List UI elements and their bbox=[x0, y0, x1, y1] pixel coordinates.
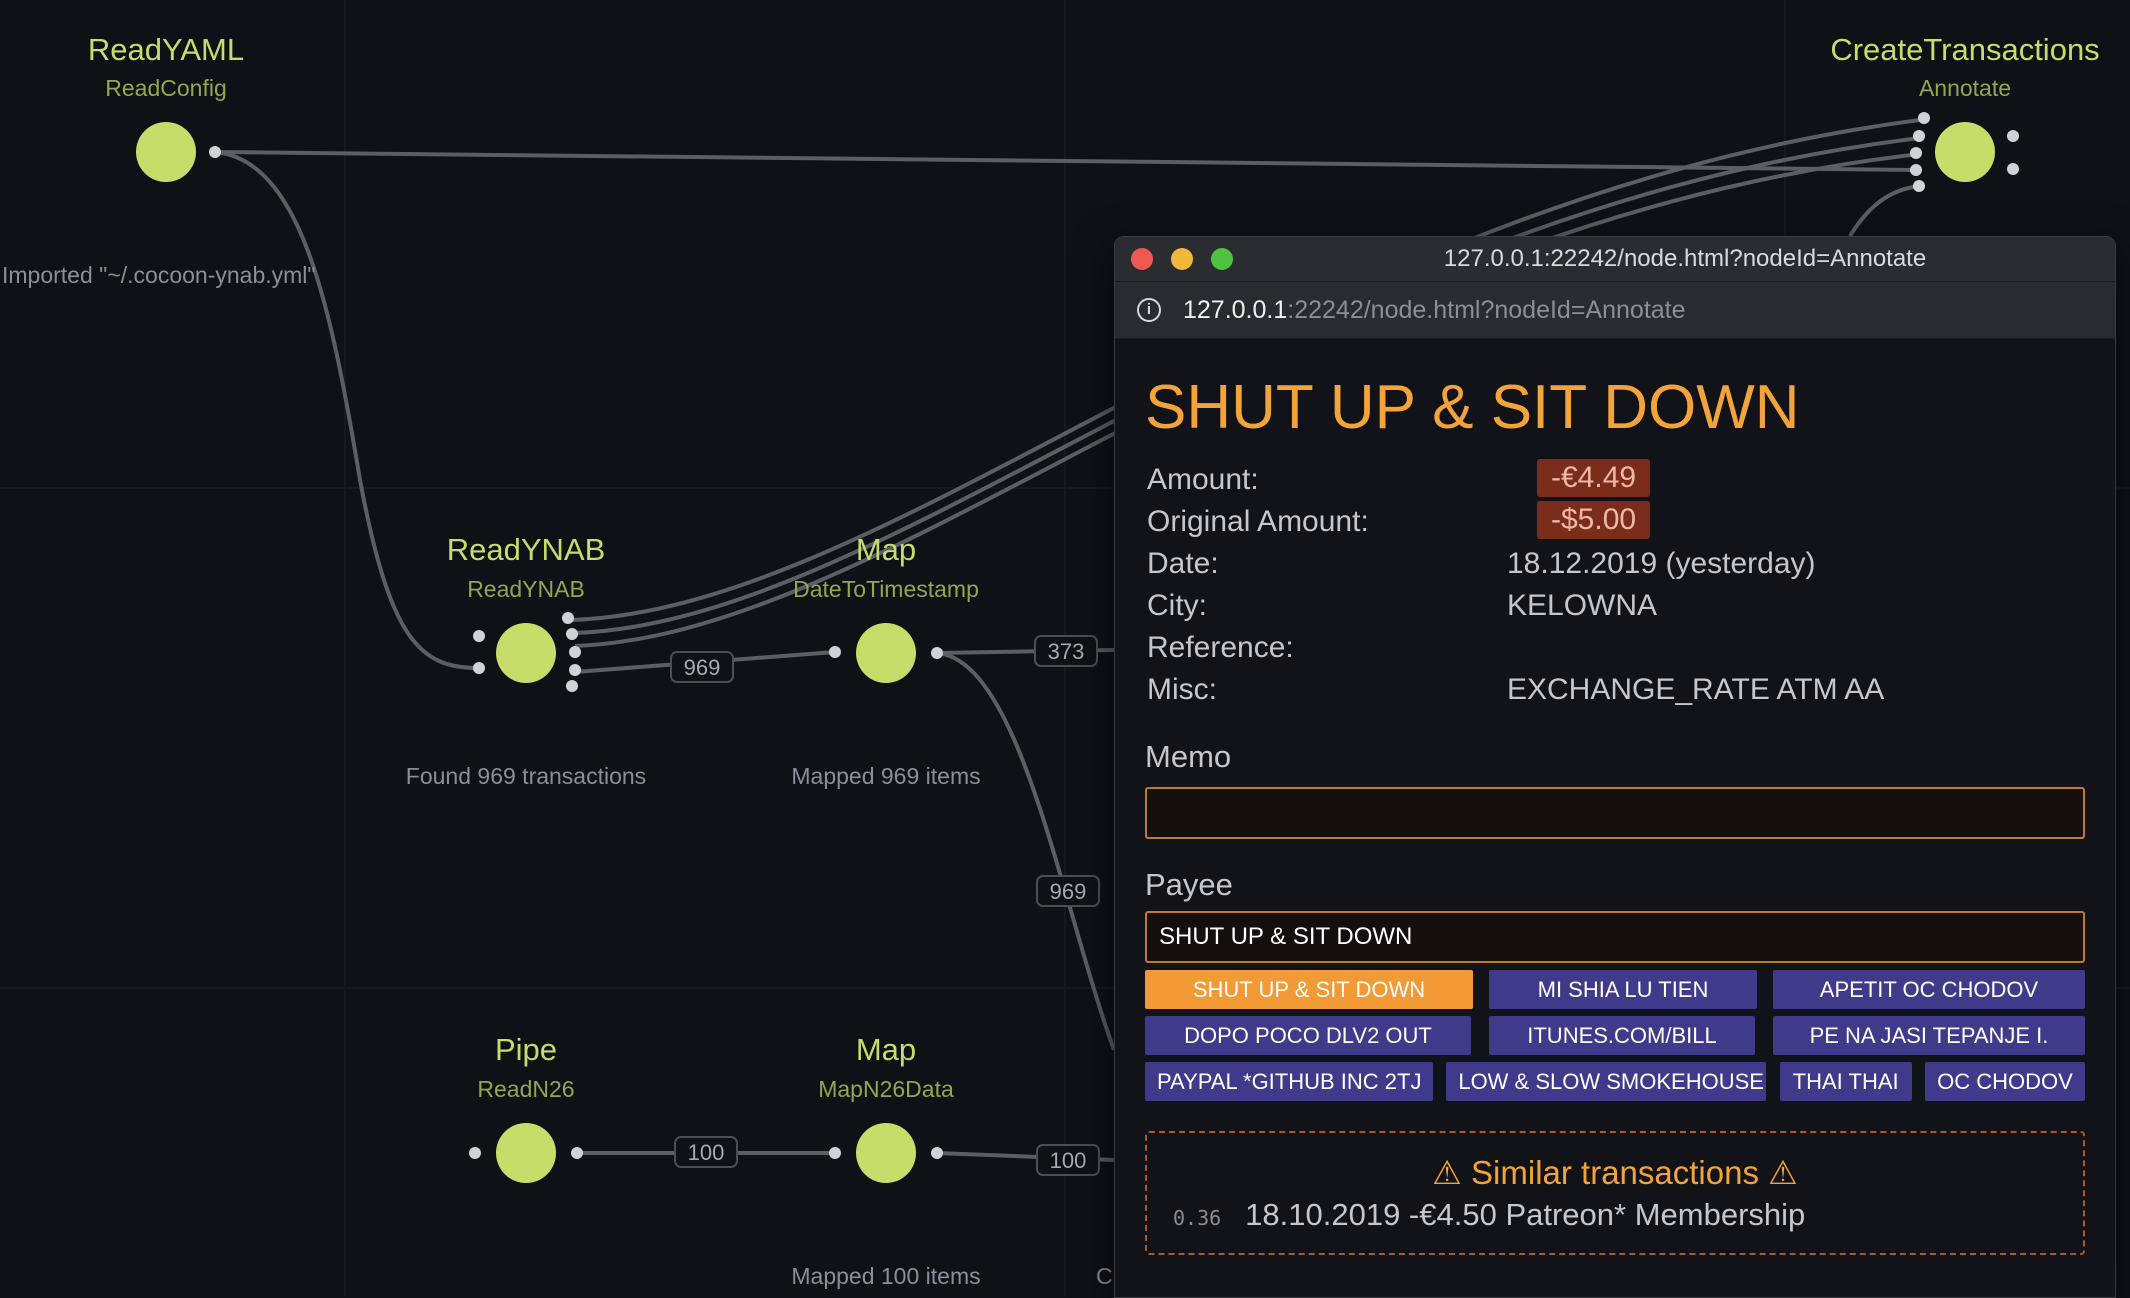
annotate-content: SHUT UP & SIT DOWN Amount: -€4.49 Origin… bbox=[1115, 373, 2115, 1255]
payee-suggestions: SHUT UP & SIT DOWN MI SHIA LU TIEN APETI… bbox=[1145, 970, 2085, 1101]
node-map-date-status: Mapped 969 items bbox=[791, 763, 981, 789]
misc-label: Misc: bbox=[1147, 673, 1217, 706]
node-readyaml[interactable] bbox=[136, 122, 196, 182]
date-row: Date: 18.12.2019 (yesterday) bbox=[1145, 543, 2085, 585]
edge-yaml-to-ynab bbox=[214, 150, 479, 670]
suggestion-row: PAYPAL *GITHUB INC 2TJ LOW & SLOW SMOKEH… bbox=[1145, 1062, 2085, 1101]
node-pipe-type: ReadN26 bbox=[477, 1076, 575, 1102]
payee-suggestion-chip[interactable]: SHUT UP & SIT DOWN bbox=[1145, 970, 1473, 1009]
node-partial-status: C bbox=[1096, 1263, 1113, 1289]
payee-input[interactable] bbox=[1145, 911, 2085, 963]
memo-label: Memo bbox=[1145, 739, 1232, 774]
amount-row: Amount: -€4.49 bbox=[1145, 459, 2085, 501]
node-map-date[interactable] bbox=[856, 623, 916, 683]
original-amount-row: Original Amount: -$5.00 bbox=[1145, 501, 2085, 543]
payee-suggestion-chip[interactable]: PAYPAL *GITHUB INC 2TJ bbox=[1145, 1062, 1433, 1101]
node-map-date-type: DateToTimestamp bbox=[793, 576, 979, 602]
similar-transactions-title: ⚠ Similar transactions ⚠ bbox=[1432, 1154, 1798, 1191]
amount-label: Amount: bbox=[1147, 463, 1259, 496]
misc-value: EXCHANGE_RATE ATM AA bbox=[1507, 673, 1885, 706]
payee-suggestion-chip[interactable]: LOW & SLOW SMOKEHOUSE bbox=[1446, 1062, 1767, 1101]
payee-suggestion-chip[interactable]: APETIT OC CHODOV bbox=[1773, 970, 2085, 1009]
original-amount-value: -$5.00 bbox=[1537, 501, 1651, 539]
edge-map-down bbox=[936, 651, 1116, 1051]
payee-heading: SHUT UP & SIT DOWN bbox=[1145, 373, 1800, 442]
node-readynab-type: ReadYNAB bbox=[467, 576, 585, 602]
payee-suggestion-chip[interactable]: THAI THAI bbox=[1779, 1062, 1912, 1101]
city-row: City: KELOWNA bbox=[1145, 585, 2085, 627]
node-createtransactions-title: CreateTransactions bbox=[1830, 32, 2100, 67]
annotate-browser-window: 127.0.0.1:22242/node.html?nodeId=Annotat… bbox=[1114, 236, 2116, 1298]
reference-row: Reference: bbox=[1145, 627, 2085, 669]
node-readyaml-type: ReadConfig bbox=[105, 75, 227, 101]
node-map-n26-title: Map bbox=[855, 1032, 917, 1067]
url-host: 127.0.0.1 bbox=[1183, 296, 1288, 324]
amount-value: -€4.49 bbox=[1537, 459, 1651, 497]
edge-annotate-tail bbox=[1848, 184, 1921, 238]
url-text[interactable]: 127.0.0.1:22242/node.html?nodeId=Annotat… bbox=[1183, 282, 1686, 338]
suggestion-row: DOPO POCO DLV2 OUT ITUNES.COM/BILL PE NA… bbox=[1145, 1016, 2085, 1055]
node-readynab[interactable] bbox=[496, 623, 556, 683]
edge-count-badge: 373 bbox=[1034, 635, 1098, 667]
similarity-score: 0.36 bbox=[1173, 1206, 1222, 1230]
edge-count-badge: 969 bbox=[670, 651, 734, 683]
similar-transaction-row[interactable]: 0.36 18.10.2019 -€4.50 Patreon* Membershi… bbox=[1173, 1197, 1805, 1233]
misc-row: Misc: EXCHANGE_RATE ATM AA bbox=[1145, 669, 2085, 711]
original-amount-label: Original Amount: bbox=[1147, 505, 1369, 538]
window-titlebar[interactable]: 127.0.0.1:22242/node.html?nodeId=Annotat… bbox=[1115, 237, 2115, 282]
node-map-n26-type: MapN26Data bbox=[818, 1076, 954, 1102]
node-map-n26[interactable] bbox=[856, 1123, 916, 1183]
suggestion-row: SHUT UP & SIT DOWN MI SHIA LU TIEN APETI… bbox=[1145, 970, 2085, 1009]
city-value: KELOWNA bbox=[1507, 589, 1658, 622]
edge-count-badge: 100 bbox=[674, 1136, 738, 1168]
edge-count-badge: 969 bbox=[1036, 875, 1100, 907]
similar-transactions-box: ⚠ Similar transactions ⚠ 0.36 18.10.2019 … bbox=[1145, 1131, 2085, 1255]
payee-suggestion-chip[interactable]: PE NA JASI TEPANJE I. bbox=[1773, 1016, 2085, 1055]
date-label: Date: bbox=[1147, 547, 1219, 580]
window-title: 127.0.0.1:22242/node.html?nodeId=Annotat… bbox=[1443, 245, 1927, 272]
info-icon[interactable]: i bbox=[1137, 298, 1161, 322]
node-readyaml-status: Imported "~/.cocoon-ynab.yml" bbox=[2, 262, 316, 288]
node-readynab-title: ReadYNAB bbox=[446, 532, 606, 567]
node-readyaml-title: ReadYAML bbox=[87, 32, 245, 67]
date-value: 18.12.2019 (yesterday) bbox=[1507, 547, 1816, 580]
edge-count-badge: 100 bbox=[1036, 1144, 1100, 1176]
payee-suggestion-chip[interactable]: ITUNES.COM/BILL bbox=[1489, 1016, 1755, 1055]
payee-label: Payee bbox=[1145, 867, 1233, 902]
node-pipe[interactable] bbox=[496, 1123, 556, 1183]
node-createtransactions[interactable] bbox=[1935, 122, 1995, 182]
node-map-n26-status: Mapped 100 items bbox=[791, 1263, 981, 1289]
memo-input[interactable] bbox=[1145, 787, 2085, 839]
payee-suggestion-chip[interactable]: OC CHODOV bbox=[1924, 1062, 2085, 1101]
node-pipe-title: Pipe bbox=[494, 1032, 558, 1067]
node-readynab-status: Found 969 transactions bbox=[405, 763, 647, 789]
payee-suggestion-chip[interactable]: MI SHIA LU TIEN bbox=[1489, 970, 1757, 1009]
url-path: :22242/node.html?nodeId=Annotate bbox=[1287, 296, 1686, 324]
node-map-date-title: Map bbox=[855, 532, 917, 567]
edge-yaml-to-annotate bbox=[214, 150, 1921, 172]
similar-transaction-text: 18.10.2019 -€4.50 Patreon* Membership bbox=[1245, 1197, 1806, 1232]
payee-suggestion-chip[interactable]: DOPO POCO DLV2 OUT bbox=[1145, 1016, 1471, 1055]
address-bar[interactable]: i 127.0.0.1:22242/node.html?nodeId=Annot… bbox=[1115, 282, 2115, 339]
city-label: City: bbox=[1147, 589, 1207, 622]
reference-label: Reference: bbox=[1147, 631, 1294, 664]
node-createtransactions-type: Annotate bbox=[1918, 75, 2012, 101]
